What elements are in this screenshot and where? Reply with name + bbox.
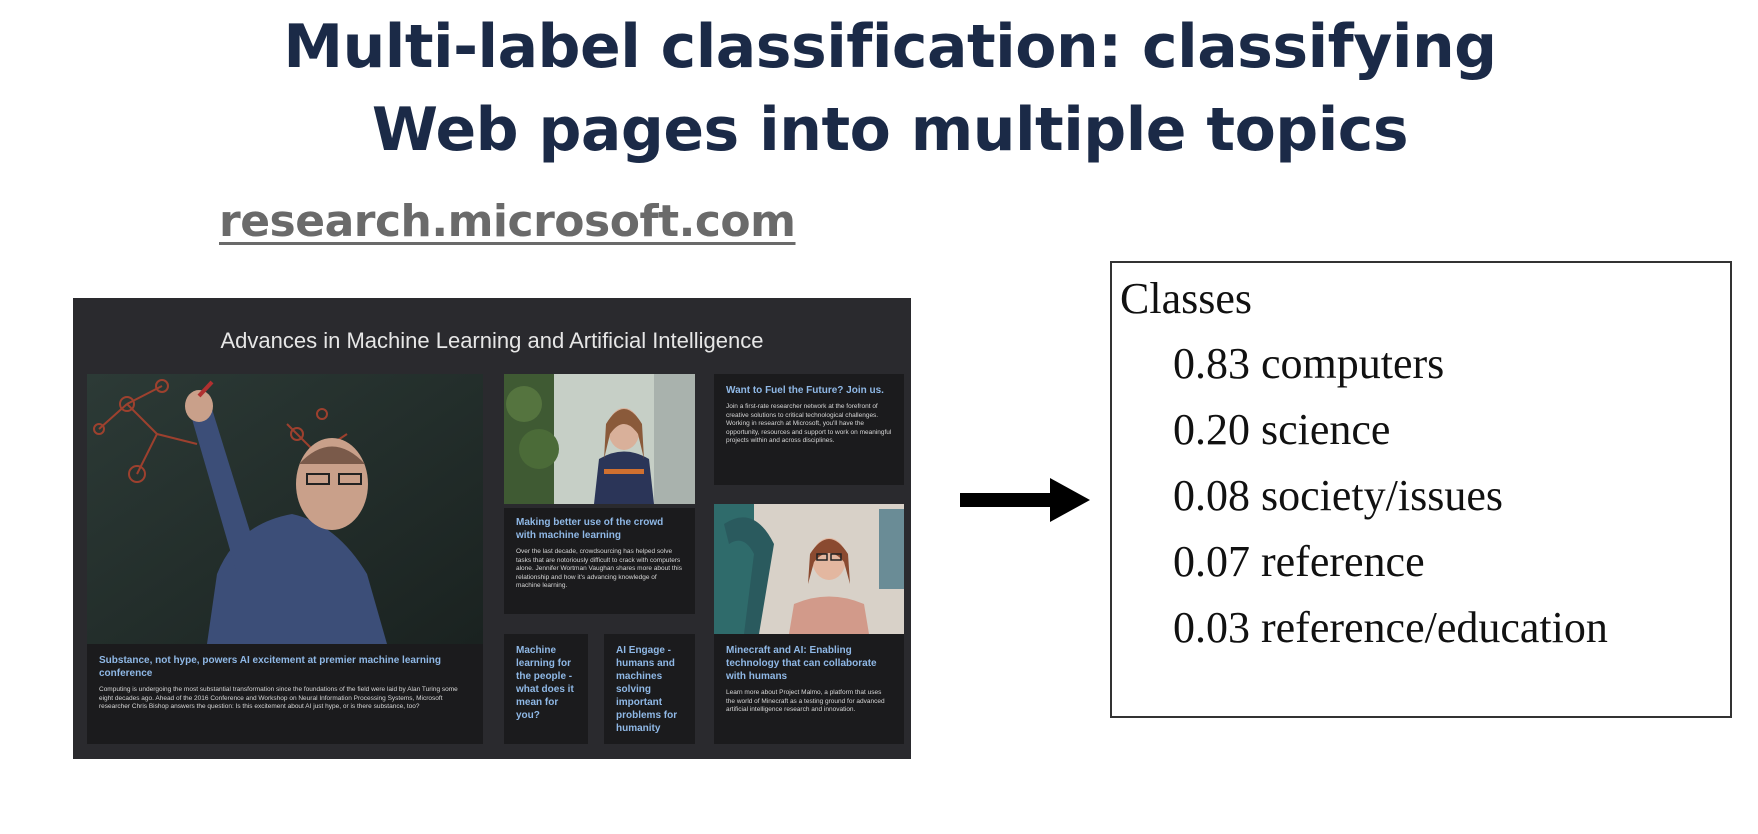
- minecraft-card[interactable]: Minecraft and AI: Enabling technology th…: [714, 634, 904, 744]
- join-us-title: Want to Fuel the Future? Join us.: [726, 385, 884, 396]
- minecraft-body: Learn more about Project Malmo, a platfo…: [726, 689, 885, 713]
- crowd-article-body: Over the last decade, crowdsourcing has …: [516, 548, 682, 589]
- slide-title: Multi-label classification: classifying …: [0, 6, 1758, 172]
- main-article-title: Substance, not hype, powers AI excitemen…: [99, 655, 441, 679]
- main-article-card[interactable]: Substance, not hype, powers AI excitemen…: [87, 644, 483, 744]
- slide-title-line-2: Web pages into multiple topics: [371, 95, 1409, 165]
- class-score: 0.08: [1173, 471, 1261, 520]
- class-score: 0.83: [1173, 339, 1261, 388]
- classes-box: Classes 0.83 computers 0.20 science 0.08…: [1110, 261, 1732, 718]
- minecraft-researcher-photo: [714, 504, 904, 634]
- webpage-heading: Advances in Machine Learning and Artific…: [220, 328, 764, 353]
- ml-people-card[interactable]: Machine learning for the people - what d…: [504, 634, 588, 744]
- class-label: computers: [1261, 339, 1445, 388]
- minecraft-title: Minecraft and AI: Enabling technology th…: [726, 645, 877, 682]
- webpage-screenshot: Advances in Machine Learning and Artific…: [73, 298, 911, 759]
- researcher-photo: [504, 374, 695, 504]
- classes-title: Classes: [1120, 274, 1252, 323]
- class-row: 0.83 computers: [1173, 338, 1444, 389]
- hero-photo: [87, 374, 483, 644]
- class-score: 0.07: [1173, 537, 1261, 586]
- right-arrow-icon: [960, 478, 1090, 522]
- class-label: science: [1261, 405, 1391, 454]
- crowd-article-title: Making better use of the crowd with mach…: [516, 517, 664, 541]
- class-score: 0.03: [1173, 603, 1261, 652]
- ai-engage-title: AI Engage - humans and machines solving …: [616, 645, 678, 734]
- class-label: society/issues: [1261, 471, 1503, 520]
- slide-title-line-1: Multi-label classification: classifying: [283, 12, 1497, 82]
- class-row: 0.07 reference: [1173, 536, 1425, 587]
- class-score: 0.20: [1173, 405, 1261, 454]
- join-us-card[interactable]: Want to Fuel the Future? Join us. Join a…: [714, 374, 904, 485]
- join-us-body: Join a first-rate researcher network at …: [726, 403, 892, 444]
- ml-people-title: Machine learning for the people - what d…: [516, 645, 574, 721]
- class-row: 0.08 society/issues: [1173, 470, 1503, 521]
- ai-engage-card[interactable]: AI Engage - humans and machines solving …: [604, 634, 695, 744]
- class-row: 0.03 reference/education: [1173, 602, 1608, 653]
- class-label: reference/education: [1261, 603, 1608, 652]
- class-row: 0.20 science: [1173, 404, 1390, 455]
- main-article-body: Computing is undergoing the most substan…: [99, 686, 458, 710]
- crowd-article-card[interactable]: Making better use of the crowd with mach…: [504, 508, 695, 614]
- website-url-link[interactable]: research.microsoft.com: [219, 196, 796, 247]
- class-label: reference: [1261, 537, 1425, 586]
